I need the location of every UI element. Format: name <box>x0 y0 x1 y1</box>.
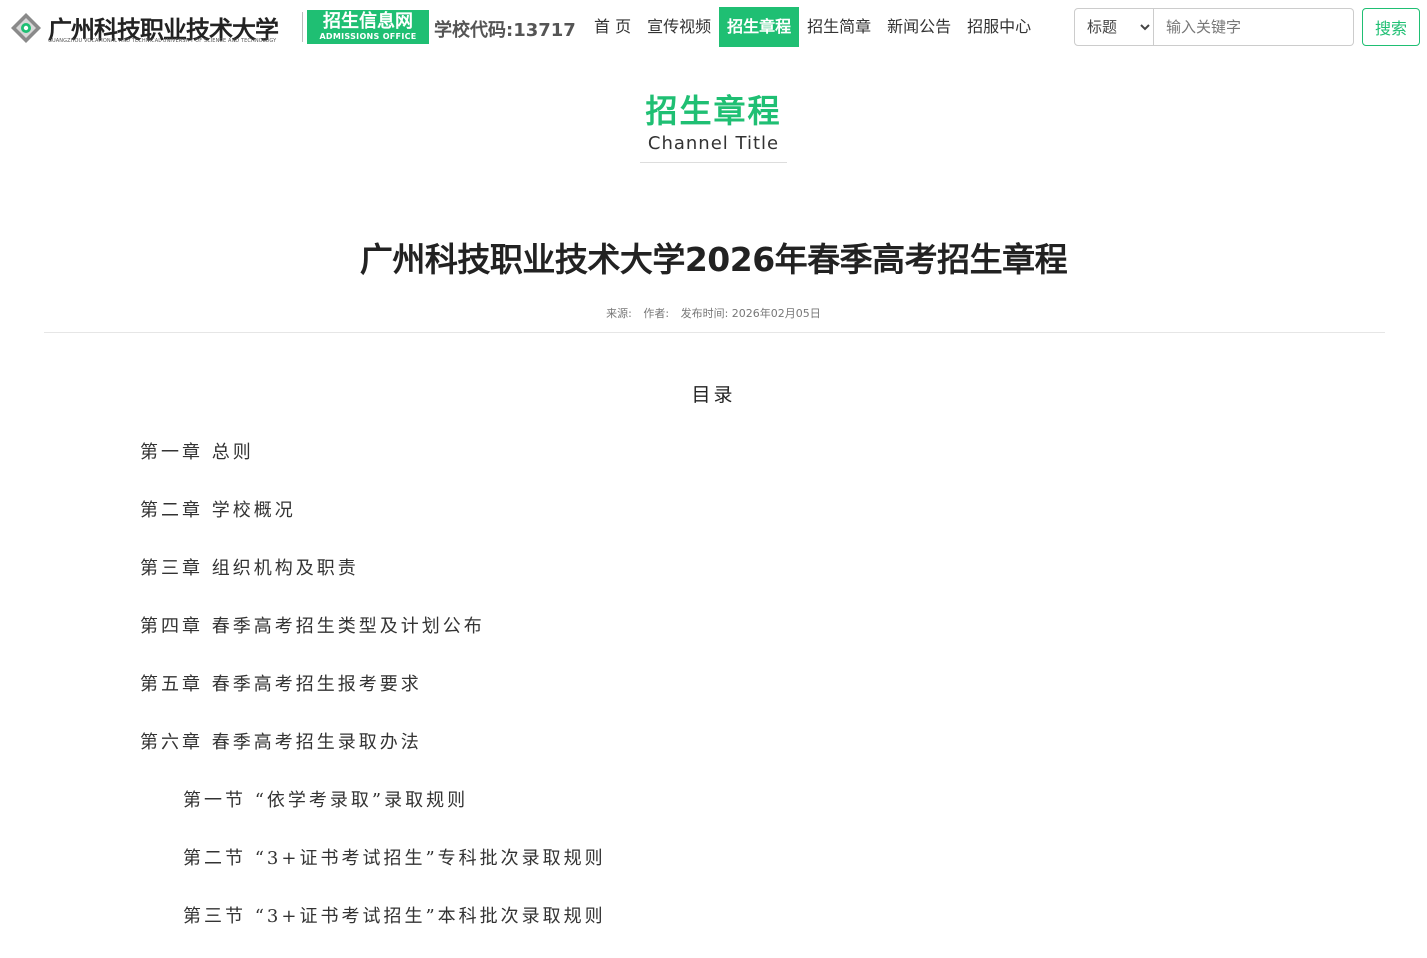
nav-item-charter[interactable]: 招生章程 <box>719 7 800 47</box>
toc-item: 第三章 组织机构及职责 <box>140 558 359 579</box>
nav-item-videos[interactable]: 宣传视频 <box>639 7 719 47</box>
toc-item: 第四章 春季高考招生类型及计划公布 <box>140 616 485 637</box>
nav-item-service-center[interactable]: 招服中心 <box>959 7 1039 47</box>
toc-subitem: 第一节 “依学考录取”录取规则 <box>183 790 469 811</box>
nav-item-news[interactable]: 新闻公告 <box>879 7 959 47</box>
toc-subitem: 第三节 “3+证书考试招生”本科批次录取规则 <box>183 906 606 927</box>
channel-header: 招生章程 Channel Title <box>0 90 1427 163</box>
article-meta: 来源: 作者: 发布时间: 2026年02月05日 <box>0 305 1427 321</box>
table-of-contents: 第一章 总则 第二章 学校概况 第三章 组织机构及职责 第四章 春季高考招生类型… <box>140 436 606 958</box>
school-emblem-icon <box>11 13 41 43</box>
meta-date: 发布时间: 2026年02月05日 <box>680 307 821 320</box>
article-title: 广州科技职业技术大学2026年春季高考招生章程 <box>359 240 1068 279</box>
site-header: 广州科技职业技术大学 GUANGZHOU VOCATIONAL AND TECH… <box>0 0 1427 54</box>
toc-item: 第六章 春季高考招生录取办法 <box>140 732 422 753</box>
school-logo[interactable]: 广州科技职业技术大学 GUANGZHOU VOCATIONAL AND TECH… <box>8 8 308 48</box>
school-code: 学校代码:13717 <box>434 20 576 41</box>
toc-item: 第二章 学校概况 <box>140 500 296 521</box>
channel-subtitle-wrap: Channel Title <box>639 132 788 163</box>
admissions-badge-en: ADMISSIONS OFFICE <box>319 32 417 41</box>
search-input[interactable] <box>1154 8 1354 46</box>
meta-source: 来源: <box>606 307 632 320</box>
channel-title: 招生章程 <box>645 92 782 130</box>
toc-item: 第五章 春季高考招生报考要求 <box>140 674 422 695</box>
nav-item-home[interactable]: 首 页 <box>586 7 639 47</box>
meta-author: 作者: <box>643 307 670 320</box>
toc-item: 第一章 总则 <box>140 442 254 463</box>
nav-item-brochure[interactable]: 招生简章 <box>799 7 879 47</box>
admissions-badge-cn: 招生信息网 <box>323 11 413 32</box>
main-nav: 首 页 宣传视频 招生章程 招生简章 新闻公告 招服中心 <box>586 7 1039 47</box>
toc-heading: 目录 <box>691 384 736 406</box>
channel-subtitle: Channel Title <box>647 133 780 154</box>
divider <box>44 332 1385 333</box>
search-field-select[interactable]: 标题 <box>1074 8 1154 46</box>
logo-divider <box>302 12 303 42</box>
search-button[interactable]: 搜索 <box>1362 8 1420 46</box>
admissions-badge[interactable]: 招生信息网 ADMISSIONS OFFICE <box>307 10 429 44</box>
toc-subitem: 第二节 “3+证书考试招生”专科批次录取规则 <box>183 848 606 869</box>
school-name-en: GUANGZHOU VOCATIONAL AND TECHNICAL UNIVE… <box>48 38 277 44</box>
